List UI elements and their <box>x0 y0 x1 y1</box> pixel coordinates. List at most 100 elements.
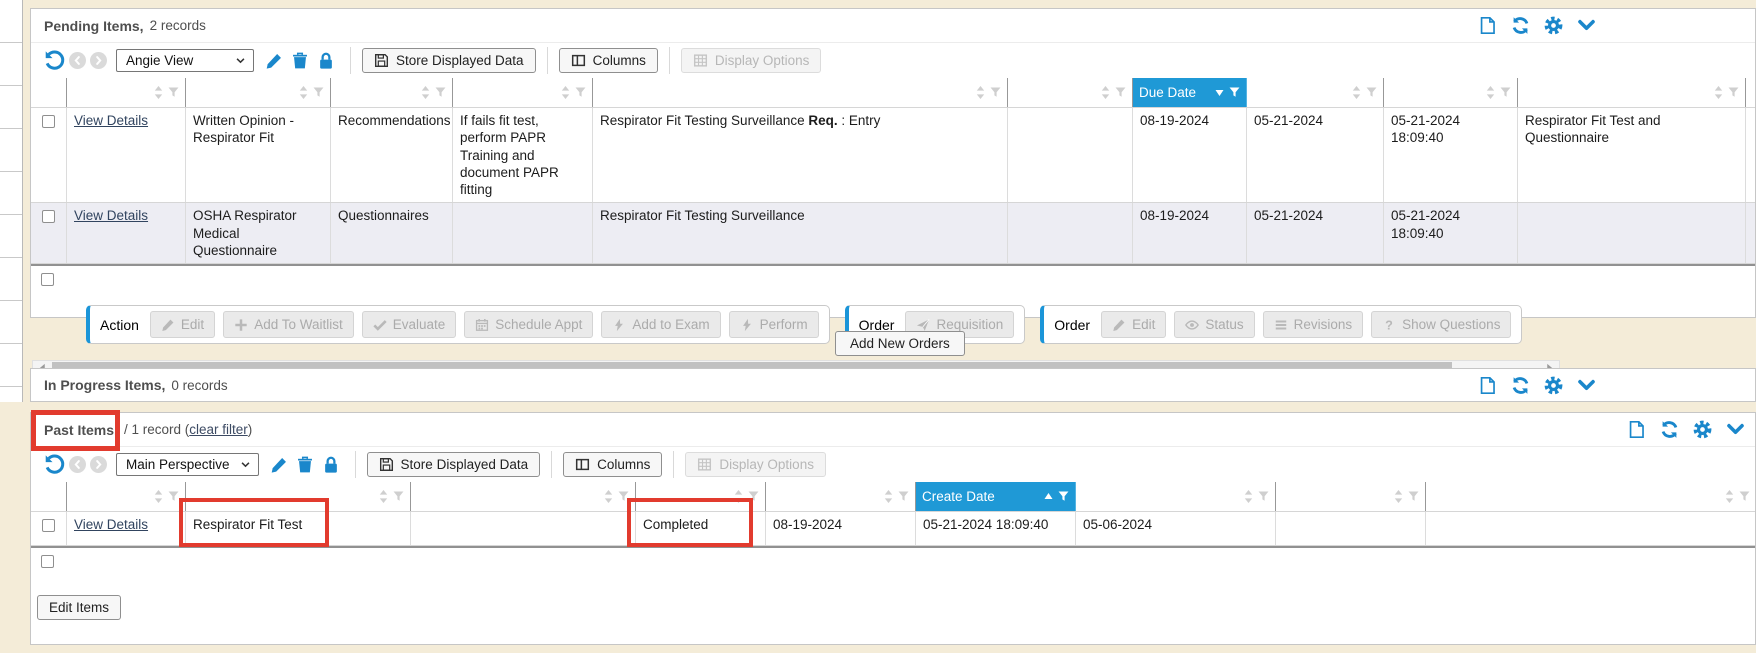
sort-icon[interactable] <box>1714 86 1723 99</box>
new-document-icon[interactable] <box>1478 16 1497 35</box>
sort-icon[interactable] <box>1394 490 1403 503</box>
sort-icon[interactable] <box>154 490 163 503</box>
sort-asc-icon[interactable] <box>1044 492 1053 501</box>
undo-icon[interactable] <box>44 454 65 475</box>
filter-icon[interactable] <box>1258 491 1269 502</box>
add-new-orders-button[interactable]: Add New Orders <box>835 331 965 356</box>
filter-icon[interactable] <box>575 87 586 98</box>
column-header-create-date[interactable]: Create Date <box>916 482 1076 511</box>
select-all-header-checkbox[interactable] <box>31 482 67 511</box>
sort-icon[interactable] <box>154 86 163 99</box>
new-document-icon[interactable] <box>1627 420 1646 439</box>
column-header-type[interactable]: Type <box>331 78 453 107</box>
view-details-link[interactable]: View Details <box>74 113 148 128</box>
collapse-chevron-icon[interactable] <box>1577 16 1596 35</box>
column-header-encounter[interactable]: Encounter <box>1426 482 1756 511</box>
filter-icon[interactable] <box>1500 87 1511 98</box>
sort-icon[interactable] <box>1244 490 1253 503</box>
store-displayed-data-button[interactable]: Store Displayed Data <box>362 48 536 73</box>
header-checkbox[interactable] <box>42 490 55 503</box>
sort-icon[interactable] <box>421 86 430 99</box>
edit-items-button[interactable]: Edit Items <box>37 595 121 620</box>
filter-icon[interactable] <box>1739 491 1750 502</box>
row-checkbox[interactable] <box>42 519 55 532</box>
next-icon[interactable] <box>90 52 107 69</box>
row-checkbox[interactable] <box>42 210 55 223</box>
new-document-icon[interactable] <box>1478 376 1497 395</box>
filter-icon[interactable] <box>435 87 446 98</box>
settings-gear-icon[interactable] <box>1544 16 1563 35</box>
column-header-options[interactable]: Options <box>67 78 186 107</box>
sort-icon[interactable] <box>1352 86 1361 99</box>
undo-icon[interactable] <box>44 50 65 71</box>
filter-icon[interactable] <box>990 87 1001 98</box>
filter-icon[interactable] <box>1058 491 1069 502</box>
lock-icon[interactable] <box>322 456 340 474</box>
column-header-status[interactable]: Status <box>636 482 766 511</box>
select-all-checkbox[interactable] <box>41 555 54 568</box>
filter-icon[interactable] <box>168 87 179 98</box>
sort-desc-icon[interactable] <box>1215 88 1224 97</box>
clear-filter-link[interactable]: clear filter <box>189 422 248 437</box>
filter-icon[interactable] <box>748 491 759 502</box>
sort-icon[interactable] <box>1101 86 1110 99</box>
sort-icon[interactable] <box>976 86 985 99</box>
lock-icon[interactable] <box>317 52 335 70</box>
sort-icon[interactable] <box>884 490 893 503</box>
sort-icon[interactable] <box>299 86 308 99</box>
column-header-appt-type[interactable]: Appt Type <box>1518 78 1746 107</box>
column-header-create-date[interactable]: Create Date <box>1384 78 1518 107</box>
filter-icon[interactable] <box>1366 87 1377 98</box>
column-header-ordername[interactable]: OrderName <box>186 78 331 107</box>
row-checkbox[interactable] <box>42 115 55 128</box>
delete-trash-icon[interactable] <box>296 456 314 474</box>
settings-gear-icon[interactable] <box>1693 420 1712 439</box>
filter-icon[interactable] <box>898 491 909 502</box>
filter-icon[interactable] <box>168 491 179 502</box>
columns-button[interactable]: Columns <box>563 452 662 477</box>
column-header-completed-date[interactable]: Completed Date <box>1076 482 1276 511</box>
column-header-visible-date[interactable]: Visible Date <box>1247 78 1384 107</box>
filter-icon[interactable] <box>313 87 324 98</box>
filter-icon[interactable] <box>1229 87 1240 98</box>
column-header-due-date[interactable]: Due Date <box>1133 78 1247 107</box>
sort-icon[interactable] <box>734 490 743 503</box>
view-details-link[interactable]: View Details <box>74 208 148 223</box>
previous-icon[interactable] <box>69 456 86 473</box>
column-header-panel[interactable]: Panel <box>593 78 1008 107</box>
refresh-icon[interactable] <box>1511 376 1530 395</box>
edit-pencil-icon[interactable] <box>270 456 288 474</box>
sort-icon[interactable] <box>1486 86 1495 99</box>
column-header-instructions[interactable]: Instructions <box>453 78 593 107</box>
column-header-comments[interactable]: Comments <box>1008 78 1133 107</box>
column-header-options[interactable]: Options <box>67 482 186 511</box>
refresh-icon[interactable] <box>1511 16 1530 35</box>
header-checkbox[interactable] <box>42 86 55 99</box>
column-header-s[interactable]: S <box>1746 78 1756 107</box>
select-all-header-checkbox[interactable] <box>31 78 67 107</box>
next-icon[interactable] <box>90 456 107 473</box>
sort-icon[interactable] <box>1725 490 1734 503</box>
edit-pencil-icon[interactable] <box>265 52 283 70</box>
settings-gear-icon[interactable] <box>1544 376 1563 395</box>
filter-icon[interactable] <box>1728 87 1739 98</box>
column-header-due-date[interactable]: Due Date <box>766 482 916 511</box>
filter-icon[interactable] <box>393 491 404 502</box>
store-displayed-data-button[interactable]: Store Displayed Data <box>367 452 541 477</box>
filter-icon[interactable] <box>618 491 629 502</box>
view-selector[interactable]: Angie View <box>116 49 254 72</box>
refresh-icon[interactable] <box>1660 420 1679 439</box>
column-header-panel[interactable]: Panel <box>411 482 636 511</box>
filter-icon[interactable] <box>1408 491 1419 502</box>
select-all-checkbox[interactable] <box>41 273 54 286</box>
collapse-chevron-icon[interactable] <box>1726 420 1745 439</box>
column-header-appt-type[interactable]: Appt Type <box>1276 482 1426 511</box>
column-header-ordername[interactable]: OrderName <box>186 482 411 511</box>
sort-icon[interactable] <box>604 490 613 503</box>
filter-icon[interactable] <box>1115 87 1126 98</box>
sort-icon[interactable] <box>379 490 388 503</box>
collapse-chevron-icon[interactable] <box>1577 376 1596 395</box>
previous-icon[interactable] <box>69 52 86 69</box>
view-selector[interactable]: Main Perspective <box>116 453 259 476</box>
columns-button[interactable]: Columns <box>559 48 658 73</box>
